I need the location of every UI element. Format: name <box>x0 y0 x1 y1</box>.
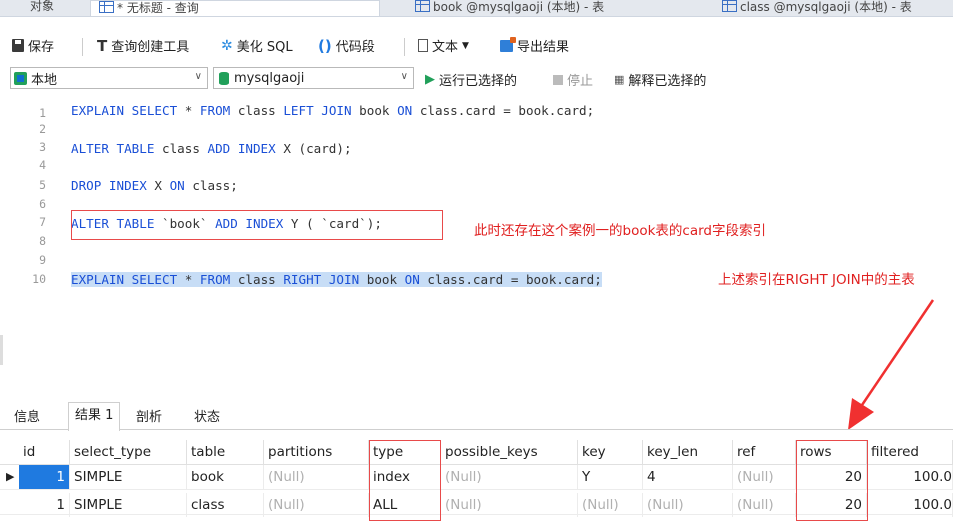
explain-selected-button[interactable]: ▦ 解释已选择的 <box>614 70 706 89</box>
cell-ref[interactable]: (Null) <box>733 465 796 489</box>
line-number: 8 <box>39 234 46 248</box>
line-number: 1 <box>39 106 46 120</box>
stop-button[interactable]: 停止 <box>553 70 593 89</box>
toolbar-divider <box>82 38 83 56</box>
brackets-icon: () <box>318 36 332 55</box>
line-number: 6 <box>39 197 46 211</box>
cell-key[interactable]: (Null) <box>578 493 643 517</box>
tab-status[interactable]: 状态 <box>188 407 226 429</box>
line-number: 10 <box>32 272 46 286</box>
cell-key[interactable]: Y <box>578 465 643 489</box>
grid-icon <box>99 1 114 13</box>
column-header-filtered[interactable]: filtered <box>867 440 953 464</box>
cell-table[interactable]: class <box>187 493 264 517</box>
cell-key-len[interactable]: (Null) <box>643 493 733 517</box>
code-snippet-button[interactable]: () 代码段 <box>318 36 375 56</box>
column-header-table[interactable]: table <box>187 440 264 464</box>
connection-select[interactable]: 本地 ∨ <box>10 67 208 89</box>
annotation-index-note: 此时还存在这个案例一的book表的card字段索引 <box>474 223 766 239</box>
result-tabs-divider <box>0 429 953 430</box>
cell-partitions[interactable]: (Null) <box>264 465 369 489</box>
column-header-key[interactable]: key <box>578 440 643 464</box>
line-number: 2 <box>39 122 46 136</box>
tab-info[interactable]: 信息 <box>8 407 46 429</box>
tab-objects[interactable]: 对象 <box>30 0 54 16</box>
query-toolbar: 保存 T 查询创建工具 ✲ 美化 SQL () 代码段 文本 ▼ 导出结果 <box>0 30 953 60</box>
save-icon <box>12 39 24 52</box>
line-number: 9 <box>39 253 46 267</box>
cell-table[interactable]: book <box>187 465 264 489</box>
line-number: 4 <box>39 158 46 172</box>
line-number: 3 <box>39 140 46 154</box>
beautify-sql-button[interactable]: ✲ 美化 SQL <box>221 36 293 56</box>
run-selected-button[interactable]: ▶ 运行已选择的 <box>425 70 517 89</box>
play-icon: ▶ <box>425 72 435 87</box>
database-select[interactable]: mysqlgaoji ∨ <box>213 67 414 89</box>
annotation-arrow-icon <box>848 299 935 430</box>
table-icon <box>415 0 430 12</box>
splitter-handle[interactable] <box>0 335 3 365</box>
stop-icon <box>553 74 563 85</box>
cell-possible-keys[interactable]: (Null) <box>441 493 578 517</box>
magic-wand-icon: ✲ <box>221 37 233 54</box>
chevron-down-icon: ∨ <box>400 71 408 82</box>
code-line-10-selected: EXPLAIN SELECT * FROM class RIGHT JOIN b… <box>71 272 602 287</box>
line-number: 5 <box>39 178 46 192</box>
cell-key-len[interactable]: 4 <box>643 465 733 489</box>
row-pointer-icon: ▶ <box>6 470 15 483</box>
sql-editor[interactable]: 1 2 3 4 5 6 7 8 9 10 EXPLAIN SELECT * FR… <box>0 96 953 396</box>
database-icon <box>219 71 229 85</box>
annotation-right-join-note: 上述索引在RIGHT JOIN中的主表 <box>718 272 915 288</box>
cell-id[interactable]: 1 <box>19 493 70 517</box>
cell-filtered[interactable]: 100.0 <box>867 465 953 489</box>
tab-book-table[interactable]: book @mysqlgaoji (本地) - 表 <box>405 0 695 16</box>
tab-profile[interactable]: 剖析 <box>130 407 168 429</box>
text-mode-button[interactable]: 文本 ▼ <box>418 36 469 55</box>
highlight-box-type-column <box>369 440 441 521</box>
column-header-id[interactable]: id <box>19 440 70 464</box>
caret-down-icon: ▼ <box>462 40 469 51</box>
table-icon <box>722 0 737 12</box>
column-header-partitions[interactable]: partitions <box>264 440 369 464</box>
cell-select-type[interactable]: SIMPLE <box>70 465 187 489</box>
toolbar-divider <box>404 38 405 56</box>
query-builder-icon: T <box>97 36 108 55</box>
cell-ref[interactable]: (Null) <box>733 493 796 517</box>
tab-class-table[interactable]: class @mysqlgaoji (本地) - 表 <box>712 0 953 16</box>
column-header-key-len[interactable]: key_len <box>643 440 733 464</box>
save-button[interactable]: 保存 <box>12 36 54 55</box>
cell-possible-keys[interactable]: (Null) <box>441 465 578 489</box>
tab-result-1[interactable]: 结果 1 <box>68 402 121 431</box>
highlight-box-line-7 <box>71 210 443 240</box>
export-icon <box>500 36 516 52</box>
code-line-5: DROP INDEX X ON class; <box>71 178 238 193</box>
cell-select-type[interactable]: SIMPLE <box>70 493 187 517</box>
document-icon <box>418 39 428 52</box>
code-line-3: ALTER TABLE class ADD INDEX X (card); <box>71 141 352 156</box>
query-builder-button[interactable]: T 查询创建工具 <box>97 36 189 56</box>
explain-icon: ▦ <box>614 73 625 86</box>
tab-bar: 对象 * 无标题 - 查询 book @mysqlgaoji (本地) - 表 … <box>0 0 953 17</box>
export-results-button[interactable]: 导出结果 <box>500 36 569 55</box>
line-number: 7 <box>39 215 46 229</box>
cell-partitions[interactable]: (Null) <box>264 493 369 517</box>
connection-icon <box>14 71 27 85</box>
cell-id-selected[interactable]: 1 <box>19 465 70 489</box>
tab-untitled-query[interactable]: * 无标题 - 查询 <box>90 0 380 16</box>
highlight-box-rows-column <box>796 440 868 521</box>
cell-filtered[interactable]: 100.0 <box>867 493 953 517</box>
chevron-down-icon: ∨ <box>194 71 202 82</box>
column-header-select-type[interactable]: select_type <box>70 440 187 464</box>
code-line-1: EXPLAIN SELECT * FROM class LEFT JOIN bo… <box>71 103 595 118</box>
column-header-ref[interactable]: ref <box>733 440 796 464</box>
column-header-possible-keys[interactable]: possible_keys <box>441 440 578 464</box>
